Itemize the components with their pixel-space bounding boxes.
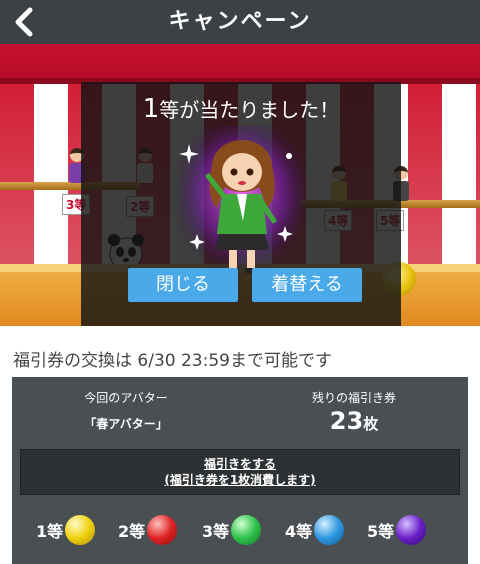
exchange-deadline-text: 福引券の交換は 6/30 23:59まで可能です bbox=[13, 351, 332, 371]
app-header: キャンペーン bbox=[0, 0, 480, 44]
prize-2: 2等 bbox=[118, 513, 178, 547]
blue-ball-icon bbox=[314, 515, 345, 545]
ticket-count-number: 23 bbox=[329, 407, 364, 435]
won-avatar-icon bbox=[177, 126, 307, 276]
current-avatar-label: 今回のアバター bbox=[84, 391, 168, 405]
prize-ball-legend: 1等 2等 3等 4等 5等 bbox=[12, 505, 468, 555]
prize-5: 5等 bbox=[367, 513, 427, 547]
page-title: キャンペーン bbox=[168, 9, 312, 34]
prize-1: 1等 bbox=[36, 513, 96, 547]
prize-3: 3等 bbox=[202, 513, 262, 547]
draw-lottery-button[interactable]: 福引きをする (福引き券を1枚消費します) bbox=[20, 449, 460, 495]
remaining-tickets-label: 残りの福引き券 bbox=[311, 391, 396, 405]
purple-ball-icon bbox=[396, 515, 427, 545]
lottery-panel: 今回のアバター 残りの福引き券 「春アバター」 23枚 福引きをする (福引き券… bbox=[12, 377, 468, 564]
stage-roof bbox=[0, 44, 480, 84]
close-button[interactable]: 閉じる bbox=[128, 268, 238, 302]
avatar-name: 「春アバター」 bbox=[84, 417, 168, 431]
result-title: 1等が当たりました！ bbox=[142, 94, 340, 124]
result-dialog: 1等が当たりました！ 閉じる 着替える bbox=[81, 82, 401, 326]
draw-button-label: 福引きをする bbox=[203, 457, 276, 471]
green-ball-icon bbox=[231, 515, 262, 545]
gold-ball-icon bbox=[65, 515, 96, 545]
ticket-count: 23枚 bbox=[240, 407, 468, 435]
change-clothes-button[interactable]: 着替える bbox=[252, 268, 362, 302]
prize-4: 4等 bbox=[285, 513, 345, 547]
draw-button-sublabel: (福引き券を1枚消費します) bbox=[164, 473, 316, 487]
red-ball-icon bbox=[147, 515, 178, 545]
ticket-count-unit: 枚 bbox=[363, 415, 379, 433]
